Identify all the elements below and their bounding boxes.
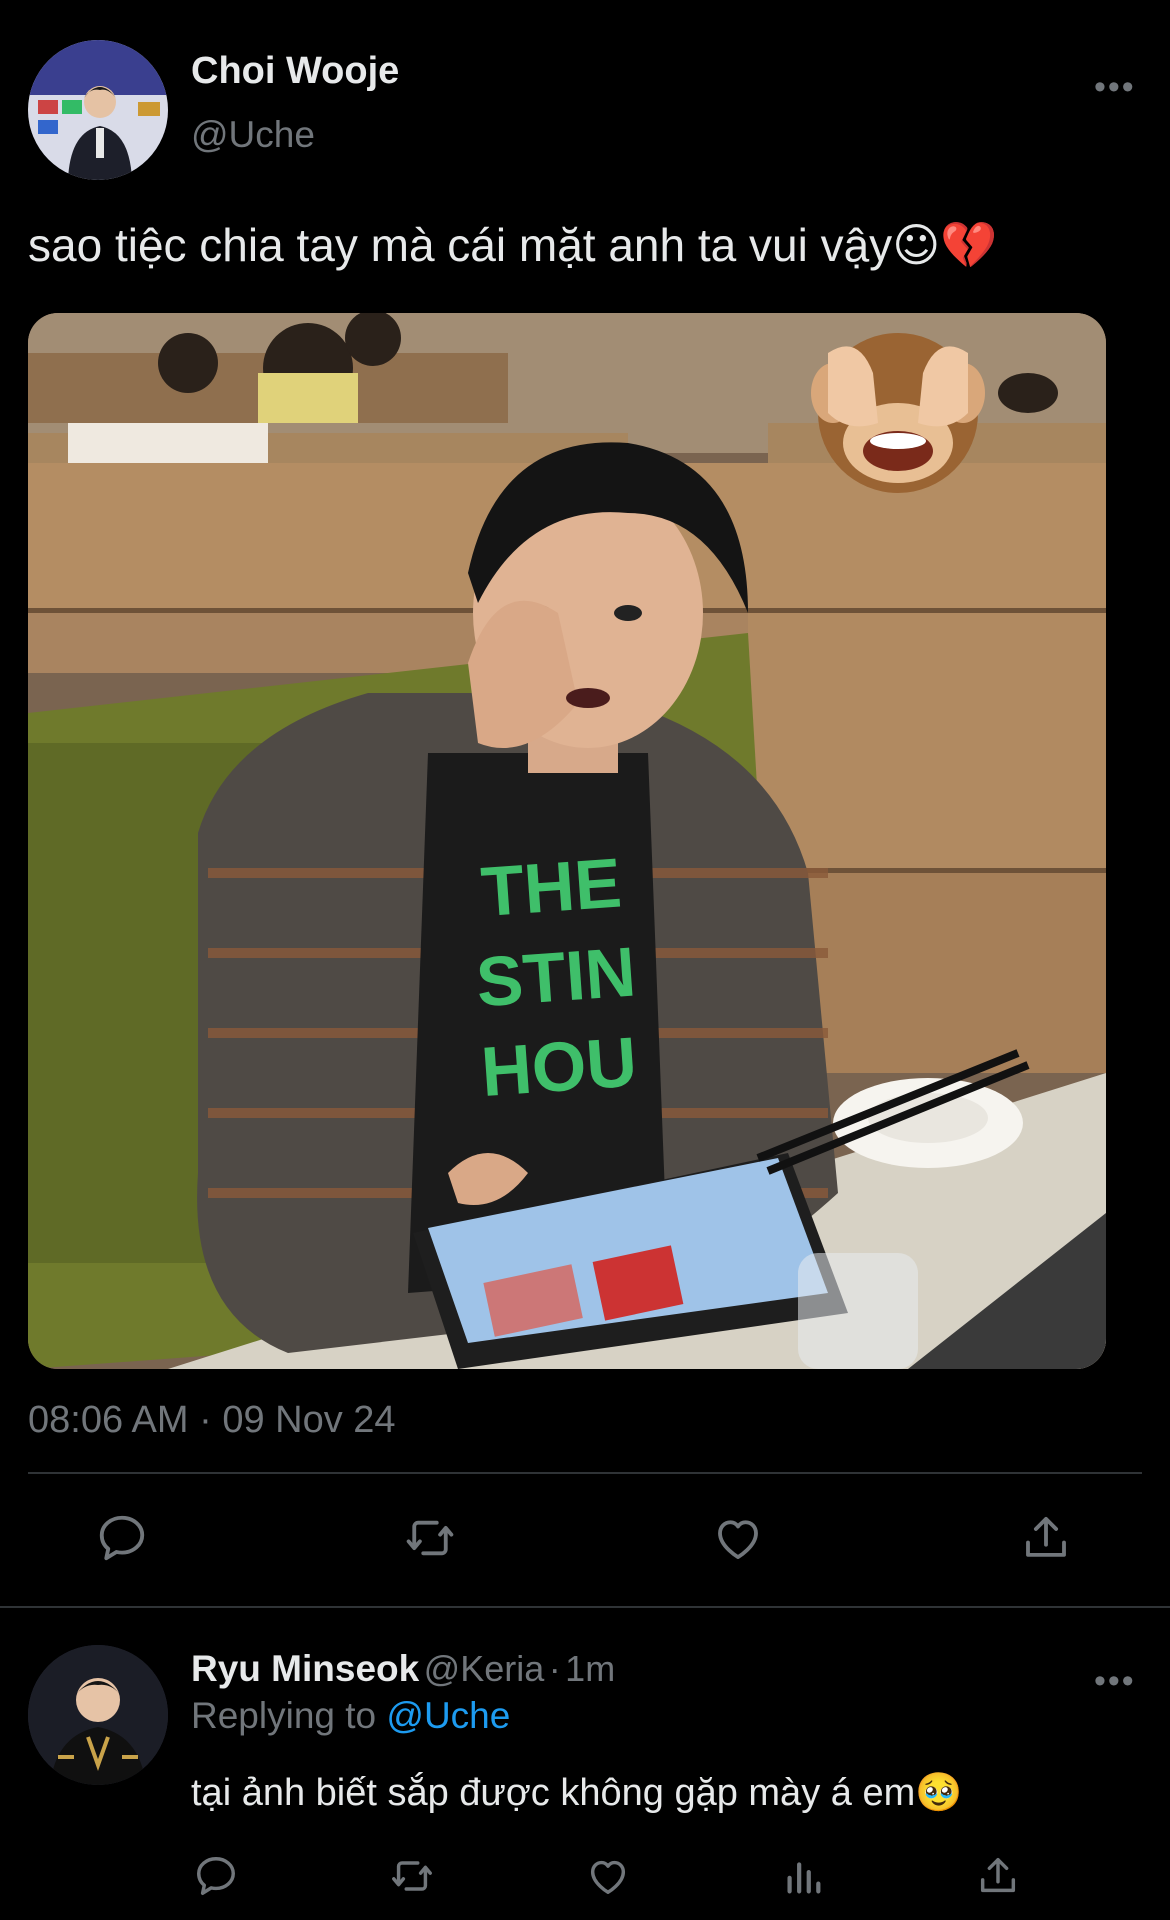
reply-icon: [197, 1857, 235, 1895]
share-icon: [980, 1857, 1016, 1893]
more-options-icon[interactable]: •••: [1094, 70, 1136, 104]
author-avatar[interactable]: [28, 40, 168, 180]
reply-header: Ryu Minseok @Keria · 1m: [191, 1648, 615, 1690]
svg-text:STIN: STIN: [474, 933, 639, 1022]
svg-text:HOU: HOU: [479, 1022, 640, 1111]
bar-chart-icon: [787, 1862, 821, 1894]
divider: [0, 1606, 1170, 1608]
tweet-text-emojis: ☺💔: [892, 218, 998, 272]
author-name[interactable]: Choi Wooje: [191, 50, 399, 93]
reply-text-body: tại ảnh biết sắp được không gặp mày á em: [191, 1772, 916, 1814]
reply-time[interactable]: 1m: [565, 1648, 615, 1689]
meta-separator: ·: [548, 1648, 561, 1689]
replying-to-link[interactable]: @Uche: [386, 1695, 510, 1736]
author-handle[interactable]: @Uche: [191, 114, 315, 156]
reply-author-name[interactable]: Ryu Minseok: [191, 1648, 419, 1689]
reply-text-emoji: 🥹: [915, 1770, 963, 1814]
share-icon: [1026, 1516, 1066, 1557]
reply-text: tại ảnh biết sắp được không gặp mày á em…: [191, 1770, 963, 1815]
retweet-icon: [406, 1520, 454, 1556]
reply-button[interactable]: [82, 1498, 162, 1578]
divider: [28, 1472, 1142, 1474]
reply-views-button[interactable]: [763, 1836, 843, 1916]
retweet-button[interactable]: [390, 1498, 470, 1578]
heart-icon: [590, 1860, 626, 1895]
tweet-photo[interactable]: THE STIN HOU: [28, 313, 1106, 1369]
tweet-text-body: sao tiệc chia tay mà cái mặt anh ta vui …: [28, 219, 893, 271]
reply-retweet-button[interactable]: [372, 1836, 452, 1916]
photo-illustration: THE STIN HOU: [28, 313, 1106, 1369]
svg-text:THE: THE: [479, 844, 624, 932]
like-button[interactable]: [698, 1498, 778, 1578]
tweet-timestamp[interactable]: 08:06 AM · 09 Nov 24: [28, 1399, 396, 1442]
reply-icon: [99, 1515, 145, 1561]
reply-share-button[interactable]: [958, 1836, 1038, 1916]
reply-author-handle[interactable]: @Keria: [424, 1648, 545, 1689]
reply-like-button[interactable]: [568, 1836, 648, 1916]
tweet-text: sao tiệc chia tay mà cái mặt anh ta vui …: [28, 218, 997, 273]
replying-prefix: Replying to: [191, 1695, 377, 1736]
replying-to-line: Replying to @Uche: [191, 1695, 510, 1737]
reply-reply-button[interactable]: [176, 1836, 256, 1916]
heart-icon: [718, 1520, 758, 1560]
reply-more-options-icon[interactable]: •••: [1094, 1664, 1136, 1698]
reply-author-avatar[interactable]: [28, 1645, 168, 1785]
retweet-icon: [392, 1861, 432, 1891]
share-button[interactable]: [1006, 1498, 1086, 1578]
